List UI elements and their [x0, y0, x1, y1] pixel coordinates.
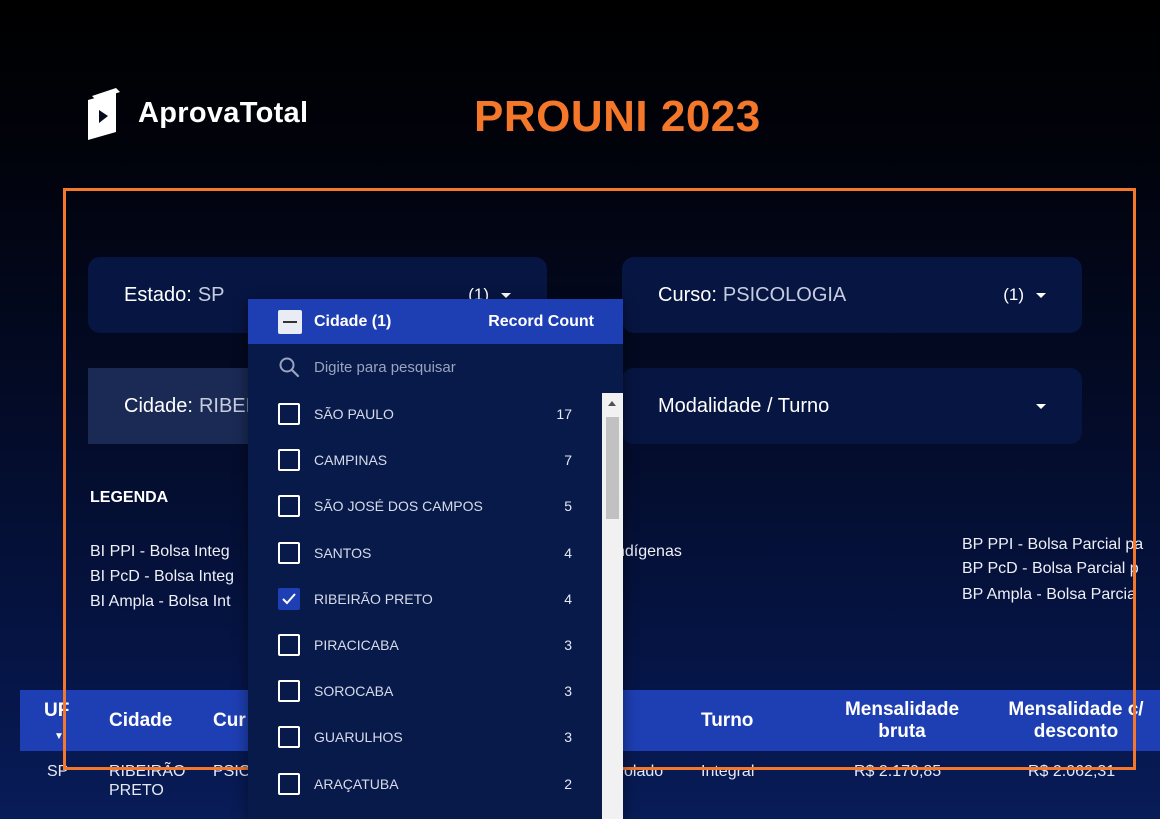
legend-line: BI PcD - Bolsa Integ	[90, 568, 235, 585]
city-name: RIBEIRÃO PRETO	[314, 590, 433, 607]
search-icon	[279, 357, 300, 378]
city-checkbox[interactable]	[278, 772, 300, 795]
dropdown-search	[248, 344, 623, 390]
cell-uf: SP	[47, 763, 69, 780]
city-option[interactable]: SÃO PAULO 17	[248, 391, 600, 437]
modalidade-filter-label: Modalidade / Turno	[658, 394, 830, 417]
city-record-count: 5	[564, 498, 572, 515]
brand-name: AprovaTotal	[138, 96, 309, 129]
city-name: ARAÇATUBA	[314, 775, 399, 792]
cell-curso: PSIC	[213, 763, 251, 780]
modalidade-turno-filter[interactable]: Modalidade / Turno	[622, 368, 1082, 444]
deselect-all-checkbox[interactable]	[278, 309, 302, 334]
city-name: SOROCABA	[314, 683, 394, 700]
scroll-up-arrow-icon[interactable]	[608, 401, 616, 406]
page-title: PROUNI 2023	[474, 92, 761, 141]
legend-line: BP PPI - Bolsa Parcial pa	[962, 536, 1144, 553]
city-checkbox[interactable]	[278, 680, 300, 703]
city-name: SANTOS	[314, 544, 372, 561]
column-header-turno[interactable]: Turno	[701, 710, 753, 732]
city-option[interactable]: SANTOS 4	[248, 530, 600, 576]
estado-filter-value: SP	[197, 283, 225, 306]
column-header-cidade[interactable]: Cidade	[109, 710, 172, 732]
brand-logo[interactable]: AprovaTotal	[86, 86, 308, 140]
dropdown-scrollbar[interactable]	[602, 393, 623, 819]
legend-title: LEGENDA	[90, 489, 169, 506]
cell-mensalidade-desconto: R$ 2.062,31	[1028, 763, 1116, 780]
city-name: SÃO JOSÉ DOS CAMPOS	[314, 498, 483, 515]
cell-cidade: RIBEIRÃO PRETO	[109, 763, 186, 799]
dropdown-header: Cidade (1) Record Count	[248, 299, 623, 344]
curso-filter[interactable]: Curso: PSICOLOGIA (1)	[622, 257, 1082, 333]
cell-modalidade: olado	[624, 763, 664, 780]
city-checkbox[interactable]	[278, 726, 300, 749]
city-checkbox[interactable]	[278, 634, 300, 657]
search-input[interactable]	[312, 357, 576, 377]
legend-line: BP PcD - Bolsa Parcial p	[962, 560, 1139, 577]
city-name: GUARULHOS	[314, 729, 403, 746]
city-option[interactable]: GUARULHOS 3	[248, 714, 600, 760]
city-option[interactable]: SOROCABA 3	[248, 668, 600, 714]
curso-filter-count: (1)	[1003, 285, 1024, 304]
legend-line: BI PPI - Bolsa Integ	[90, 543, 230, 560]
check-icon	[282, 593, 296, 605]
city-name: SÃO PAULO	[314, 406, 394, 423]
city-checkbox[interactable]	[278, 449, 300, 472]
city-record-count: 4	[564, 544, 572, 561]
legend-line: BP Ampla - Bolsa Parcia	[962, 586, 1137, 603]
city-record-count: 17	[556, 406, 572, 423]
column-header-curso[interactable]: Cur	[213, 710, 246, 732]
city-option[interactable]: RIBEIRÃO PRETO 4	[248, 576, 600, 622]
city-list: SÃO PAULO 17 CAMPINAS 7 SÃO JOSÉ DOS CAMPOS 5…	[248, 391, 600, 807]
cell-turno: Integral	[701, 763, 755, 780]
city-record-count: 4	[564, 590, 572, 607]
city-checkbox[interactable]	[278, 587, 300, 610]
caret-down-icon	[501, 292, 511, 298]
cidade-filter-label: Cidade:	[124, 394, 193, 417]
city-checkbox[interactable]	[278, 495, 300, 518]
column-header-mensalidade-desconto[interactable]: Mensalidade c/ desconto	[996, 699, 1156, 743]
cidade-dropdown: Cidade (1) Record Count SÃO PAULO 17 CAMPI…	[248, 299, 623, 819]
scrollbar-thumb[interactable]	[606, 417, 619, 519]
column-header-mensalidade-bruta[interactable]: Mensalidade bruta	[832, 699, 972, 743]
sort-arrow-icon[interactable]: ▼	[54, 726, 64, 748]
city-option[interactable]: SÃO JOSÉ DOS CAMPOS 5	[248, 483, 600, 529]
city-option[interactable]: CAMPINAS 7	[248, 437, 600, 483]
dropdown-header-label: Cidade (1)	[314, 312, 392, 330]
city-record-count: 3	[564, 683, 572, 700]
book-logo-icon	[88, 88, 120, 140]
curso-filter-value: PSICOLOGIA	[722, 283, 847, 306]
city-record-count: 2	[564, 775, 572, 792]
legend-line: BI Ampla - Bolsa Int	[90, 593, 231, 610]
city-checkbox[interactable]	[278, 541, 300, 564]
city-option[interactable]: ARAÇATUBA 2	[248, 761, 600, 807]
city-option[interactable]: PIRACICABA 3	[248, 622, 600, 668]
caret-down-icon	[1036, 292, 1046, 298]
city-checkbox[interactable]	[278, 403, 300, 426]
minus-icon	[283, 320, 297, 323]
legend-line: ndígenas	[616, 543, 682, 560]
cell-mensalidade-bruta: R$ 2.170,85	[854, 763, 942, 780]
estado-filter-label: Estado:	[124, 283, 192, 306]
city-record-count: 3	[564, 637, 572, 654]
city-name: CAMPINAS	[314, 452, 388, 469]
caret-down-icon	[1036, 403, 1046, 409]
record-count-header[interactable]: Record Count	[488, 313, 594, 331]
curso-filter-label: Curso:	[658, 283, 717, 306]
city-record-count: 3	[564, 729, 572, 746]
city-record-count: 7	[564, 452, 572, 469]
city-name: PIRACICABA	[314, 637, 399, 654]
column-header-uf[interactable]: UF	[44, 700, 69, 722]
